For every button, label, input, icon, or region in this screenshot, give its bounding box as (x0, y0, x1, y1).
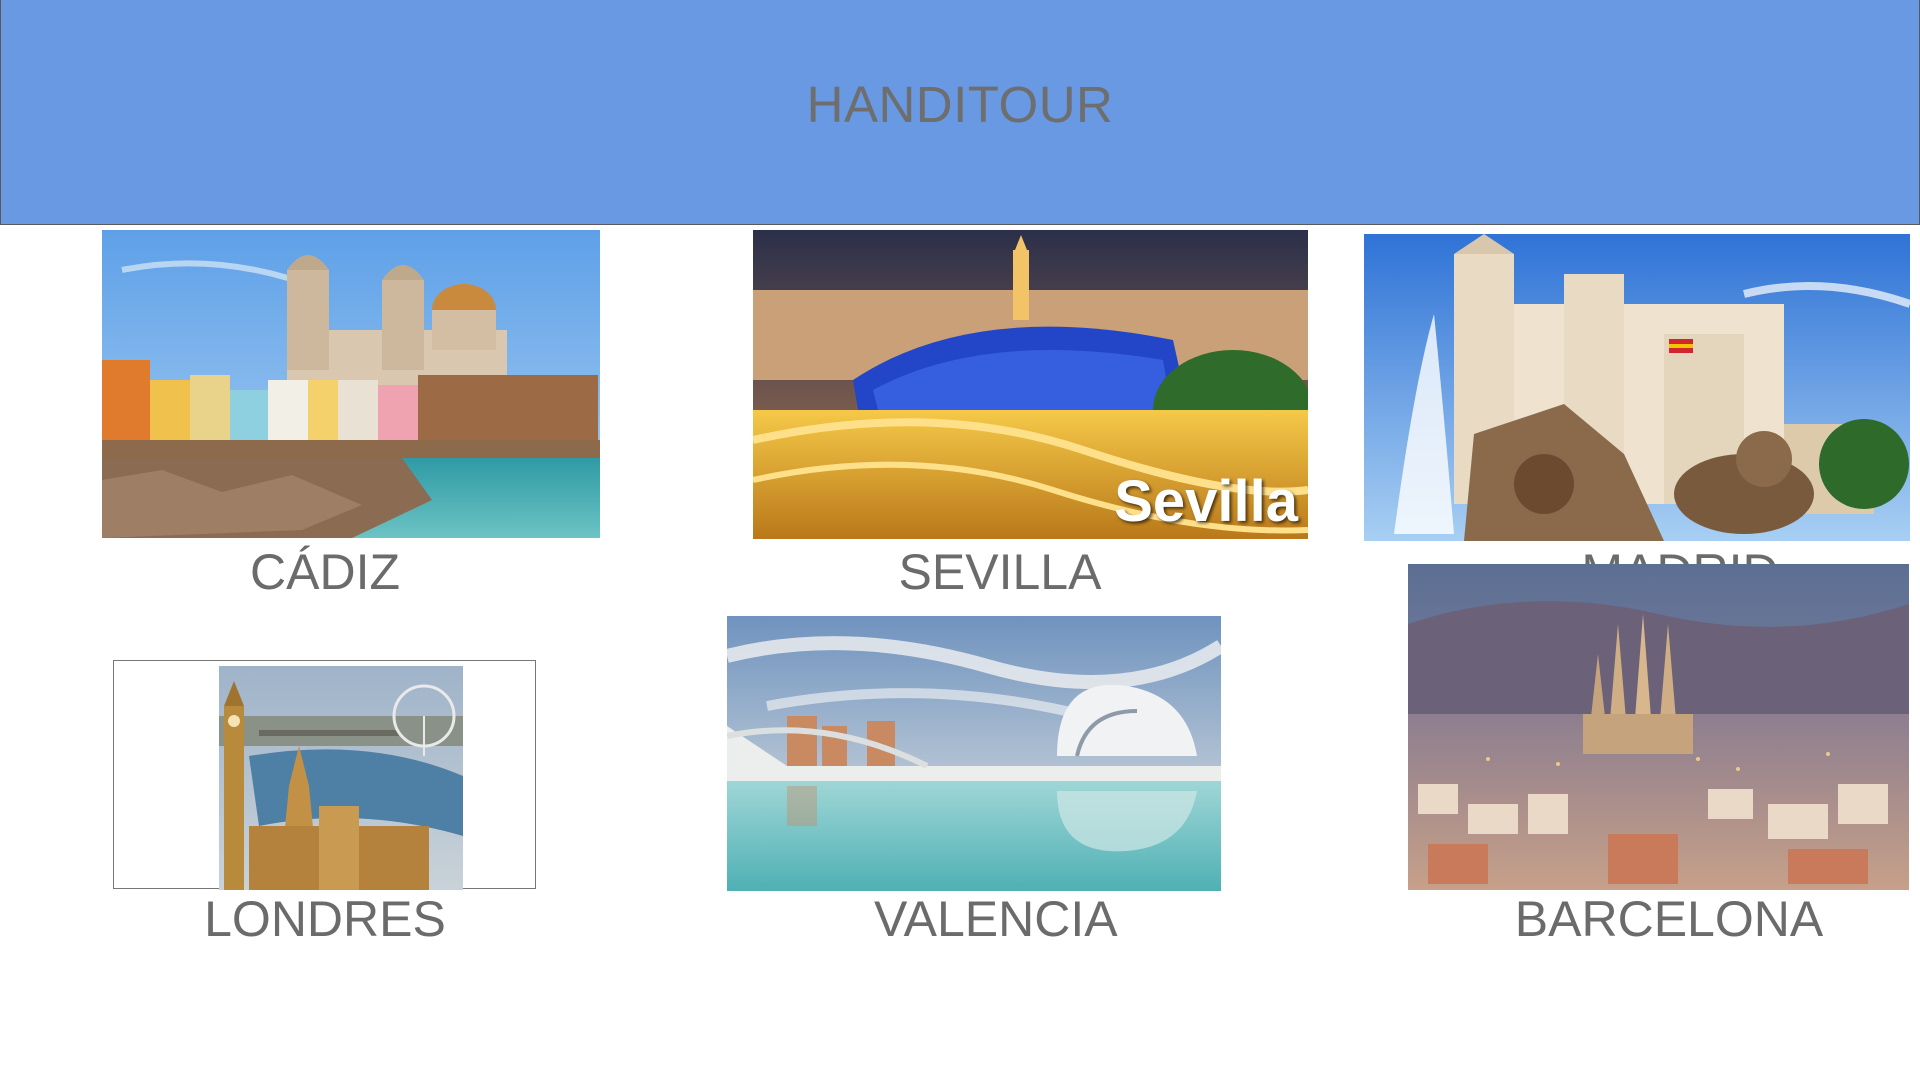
app-header: HANDITOUR (0, 0, 1920, 225)
barcelona-tile[interactable] (1408, 564, 1909, 890)
sevilla-tile[interactable]: Sevilla (753, 230, 1308, 539)
madrid-image (1364, 234, 1910, 541)
valencia-tile[interactable] (727, 616, 1221, 891)
destination-label-valencia[interactable]: VALENCIA (874, 890, 1118, 948)
app-title: HANDITOUR (806, 76, 1114, 133)
destination-label-sevilla[interactable]: SEVILLA (860, 543, 1140, 601)
sevilla-overlay-text: Sevilla (1114, 469, 1298, 534)
destination-label-barcelona[interactable]: BARCELONA (1506, 890, 1832, 948)
londres-image (219, 666, 463, 890)
cadiz-image (102, 230, 600, 538)
cadiz-tile[interactable] (102, 230, 600, 538)
destination-label-cadiz[interactable]: CÁDIZ (206, 543, 444, 601)
madrid-tile[interactable] (1364, 234, 1910, 541)
barcelona-image (1408, 564, 1909, 890)
valencia-image (727, 616, 1221, 891)
destination-label-londres[interactable]: LONDRES (190, 890, 460, 948)
londres-tile[interactable] (219, 666, 463, 890)
